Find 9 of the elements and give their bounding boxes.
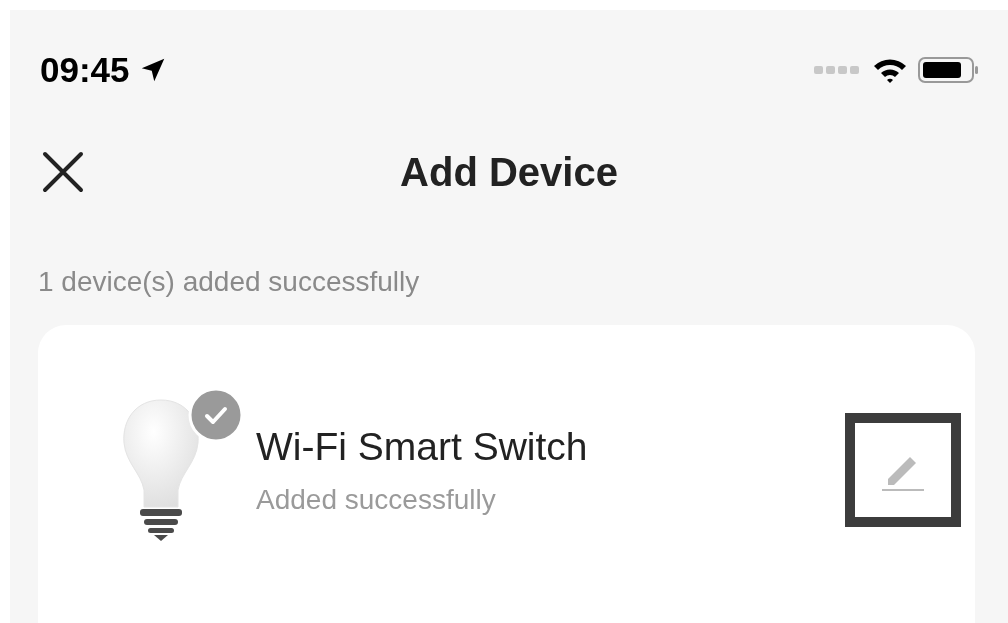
- status-time: 09:45: [40, 52, 130, 87]
- device-status: Added successfully: [256, 482, 497, 517]
- summary-text: 1 device(s) added successfully: [37, 265, 421, 299]
- close-icon: [41, 150, 85, 194]
- battery-icon: [918, 55, 980, 84]
- device-name: Wi-Fi Smart Switch: [256, 424, 589, 471]
- page-title: Add Device: [400, 149, 618, 196]
- signal-dots-icon: [814, 64, 862, 75]
- edit-button[interactable]: [845, 413, 961, 527]
